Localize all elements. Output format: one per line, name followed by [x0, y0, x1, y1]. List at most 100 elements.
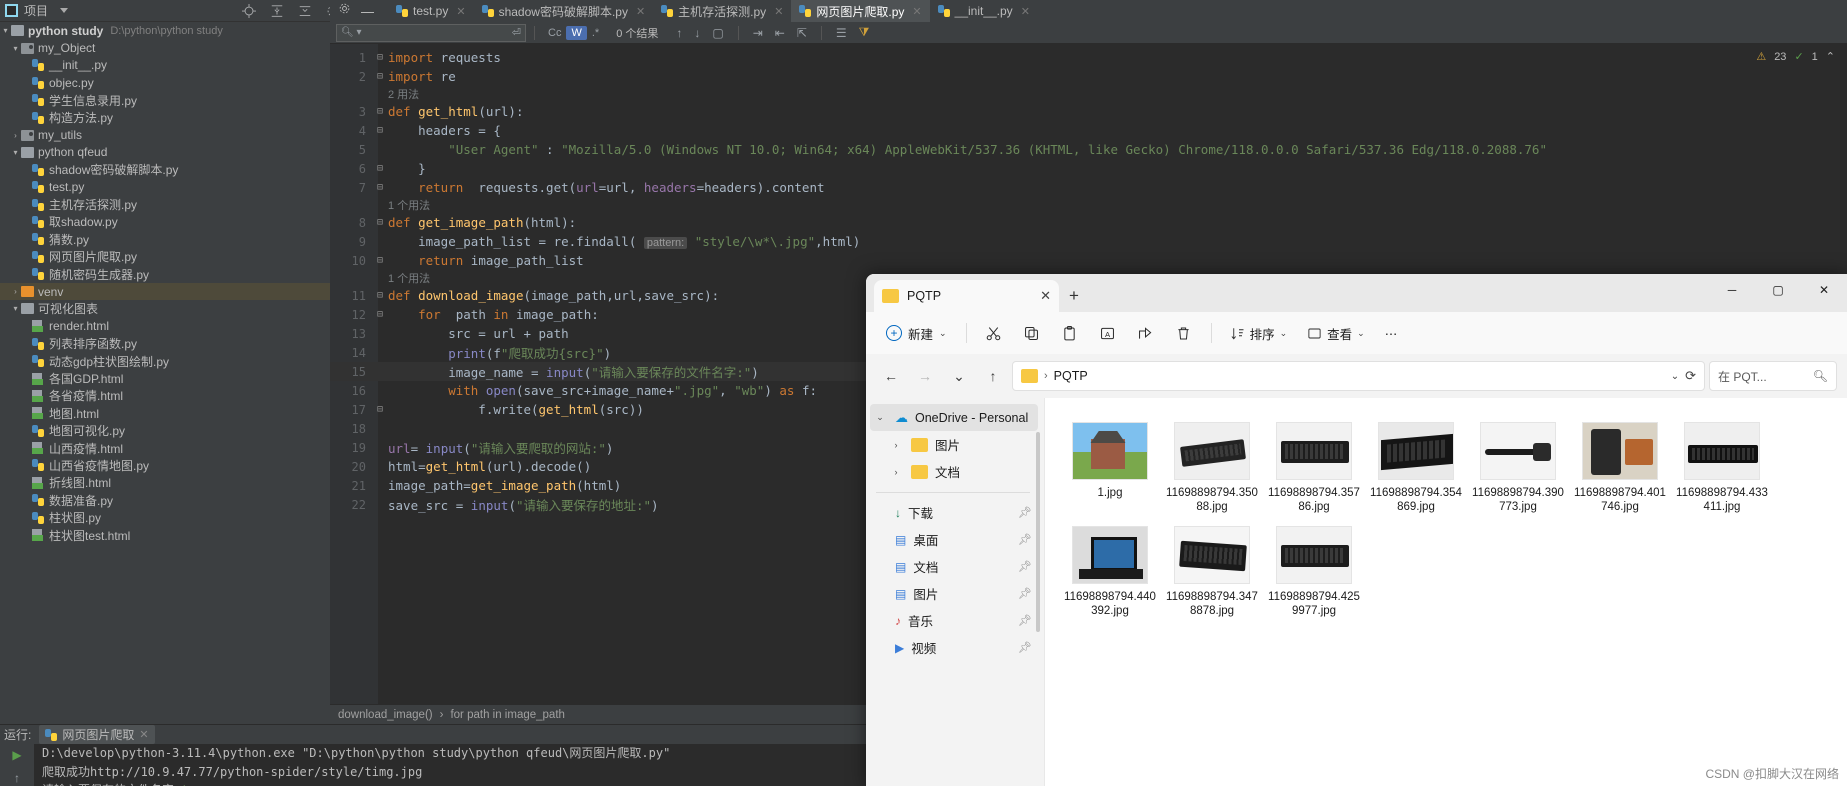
editor-tab-1[interactable]: shadow密码破解脚本.py ✕: [474, 0, 654, 22]
pin-icon[interactable]: 📌︎: [1018, 614, 1032, 627]
fold-marker[interactable]: ⊟: [372, 309, 388, 320]
whole-words-button[interactable]: W: [566, 25, 587, 40]
code-line[interactable]: 10 ⊟ return image_path_list: [330, 251, 1847, 270]
rerun-icon[interactable]: ▶: [12, 748, 21, 762]
sort-button[interactable]: 排序 ⌄: [1221, 319, 1297, 348]
find-input[interactable]: 🔍︎ ▾ ⏎: [336, 23, 526, 42]
tree-item[interactable]: 山西疫情.html: [0, 439, 330, 456]
chevron-icon[interactable]: ▾: [0, 26, 11, 35]
chevron-icon[interactable]: ›: [10, 131, 21, 140]
editor-tab-3[interactable]: 网页图片爬取.py ✕: [791, 0, 930, 22]
nav-item[interactable]: › 图片: [866, 431, 1044, 458]
explorer-nav-pane[interactable]: ⌄ ☁ OneDrive - Personal › 图片 › 文档 ↓ 下载 📌︎ ▤ 桌面 📌︎ ▤ 文档…: [866, 398, 1044, 786]
scroll-up-icon[interactable]: ↑: [14, 771, 20, 785]
close-icon[interactable]: ✕: [1021, 5, 1030, 18]
hide-panel-icon[interactable]: —: [361, 4, 374, 19]
tree-item[interactable]: 柱状图test.html: [0, 526, 330, 543]
tree-item[interactable]: 取shadow.py: [0, 213, 330, 230]
tree-item[interactable]: 山西省疫情地图.py: [0, 457, 330, 474]
tree-item[interactable]: 柱状图.py: [0, 509, 330, 526]
chevron-icon[interactable]: ▾: [10, 148, 21, 157]
tree-item[interactable]: render.html: [0, 318, 330, 335]
tree-item[interactable]: ▾ 可视化图表: [0, 300, 330, 317]
code-line[interactable]: 8 ⊟ def get_image_path(html):: [330, 213, 1847, 232]
fold-marker[interactable]: ⊟: [372, 52, 388, 63]
locate-icon[interactable]: [242, 4, 256, 18]
tree-item[interactable]: 折线图.html: [0, 474, 330, 491]
remove-line-icon[interactable]: ⇤: [775, 26, 785, 40]
file-item[interactable]: 11698898794.35088.jpg: [1161, 416, 1263, 520]
tree-item[interactable]: 猜数.py: [0, 231, 330, 248]
fold-marker[interactable]: ⊟: [372, 106, 388, 117]
up-icon[interactable]: ↑: [978, 361, 1008, 391]
filter-icon[interactable]: ⧩: [859, 25, 870, 40]
fold-marker[interactable]: ⊟: [372, 404, 388, 415]
match-case-button[interactable]: Cc: [543, 26, 566, 40]
close-tab-icon[interactable]: ✕: [1040, 288, 1051, 304]
regex-button[interactable]: .*: [587, 26, 604, 40]
code-line[interactable]: 7 ⊟ return requests.get(url=url, headers=…: [330, 178, 1847, 197]
tree-item[interactable]: ▾ python qfeud: [0, 144, 330, 161]
open-in-new-icon[interactable]: ⇱: [797, 26, 807, 40]
close-icon[interactable]: ✕: [139, 728, 148, 741]
close-icon[interactable]: ✕: [774, 5, 783, 18]
code-line[interactable]: 2 ⊟ import re: [330, 67, 1847, 86]
close-icon[interactable]: ✕: [912, 5, 921, 18]
search-input[interactable]: 在 PQT... 🔍︎: [1709, 361, 1837, 391]
tree-item[interactable]: 构造方法.py: [0, 109, 330, 126]
tree-item[interactable]: › my_utils: [0, 126, 330, 143]
code-line[interactable]: 4 ⊟ headers = {: [330, 121, 1847, 140]
code-line[interactable]: 9 image_path_list = re.findall( pattern:…: [330, 232, 1847, 251]
back-icon[interactable]: ←: [876, 361, 906, 391]
fold-marker[interactable]: ⊟: [372, 71, 388, 82]
chevron-icon[interactable]: ›: [10, 287, 21, 296]
breadcrumb-statement[interactable]: for path in image_path: [450, 709, 564, 721]
chevron-right-icon[interactable]: ›: [888, 467, 904, 477]
pin-icon[interactable]: 📌︎: [1018, 641, 1032, 654]
collapse-inspection-icon[interactable]: ⌃: [1826, 50, 1835, 63]
project-tree[interactable]: ▾ python study D:\python\python study ▾ my_O…: [0, 22, 330, 724]
share-icon[interactable]: [1128, 318, 1164, 348]
tree-item[interactable]: › venv: [0, 282, 330, 301]
cut-icon[interactable]: [976, 318, 1012, 348]
find-prev-icon[interactable]: ↑: [676, 26, 682, 40]
pin-icon[interactable]: 📌︎: [1018, 560, 1032, 573]
new-button[interactable]: + 新建 ⌄: [876, 319, 957, 348]
delete-icon[interactable]: [1166, 318, 1202, 348]
pin-icon[interactable]: 📌︎: [1018, 587, 1032, 600]
file-item[interactable]: 1.jpg: [1059, 416, 1161, 520]
chevron-icon[interactable]: ▾: [10, 304, 21, 313]
address-field[interactable]: › PQTP ⌄ ⟳: [1012, 361, 1705, 391]
tree-item[interactable]: 地图.html: [0, 405, 330, 422]
pin-icon[interactable]: 📌︎: [1018, 506, 1032, 519]
tree-item[interactable]: 数据准备.py: [0, 492, 330, 509]
tree-item[interactable]: 主机存活探测.py: [0, 196, 330, 213]
select-all-occurrences-icon[interactable]: ▢: [712, 26, 723, 40]
usage-hint[interactable]: 2 用法: [330, 86, 1847, 102]
tree-item[interactable]: 随机密码生成器.py: [0, 265, 330, 282]
file-item[interactable]: 11698898794.401746.jpg: [1569, 416, 1671, 520]
nav-quick-item[interactable]: ↓ 下载 📌︎: [866, 499, 1044, 526]
chevron-right-icon[interactable]: ›: [888, 440, 904, 450]
pin-icon[interactable]: 📌︎: [1018, 533, 1032, 546]
more-options-button[interactable]: ⋯: [1376, 321, 1407, 346]
file-item[interactable]: 11698898794.440392.jpg: [1059, 520, 1161, 624]
file-item[interactable]: 11698898794.35786.jpg: [1263, 416, 1365, 520]
fold-marker[interactable]: ⊟: [372, 217, 388, 228]
breadcrumb-function[interactable]: download_image(): [338, 709, 433, 721]
tree-item[interactable]: __init__.py: [0, 57, 330, 74]
tree-item[interactable]: 各国GDP.html: [0, 370, 330, 387]
find-next-icon[interactable]: ↓: [694, 26, 700, 40]
minimize-button[interactable]: ─: [1709, 274, 1755, 306]
chevron-down-icon[interactable]: ⌄: [872, 412, 888, 423]
nav-scrollbar[interactable]: [1036, 432, 1040, 632]
close-window-button[interactable]: ✕: [1801, 274, 1847, 306]
nav-quick-item[interactable]: ▤ 文档 📌︎: [866, 553, 1044, 580]
chevron-down-icon[interactable]: [60, 8, 69, 13]
editor-tab-0[interactable]: test.py ✕: [388, 0, 474, 22]
find-history-icon[interactable]: ⏎: [512, 26, 521, 39]
fold-marker[interactable]: ⊟: [372, 163, 388, 174]
nav-item-onedrive[interactable]: ⌄ ☁ OneDrive - Personal: [870, 404, 1038, 431]
fold-marker[interactable]: ⊟: [372, 182, 388, 193]
add-line-icon[interactable]: ⇥: [753, 26, 763, 40]
